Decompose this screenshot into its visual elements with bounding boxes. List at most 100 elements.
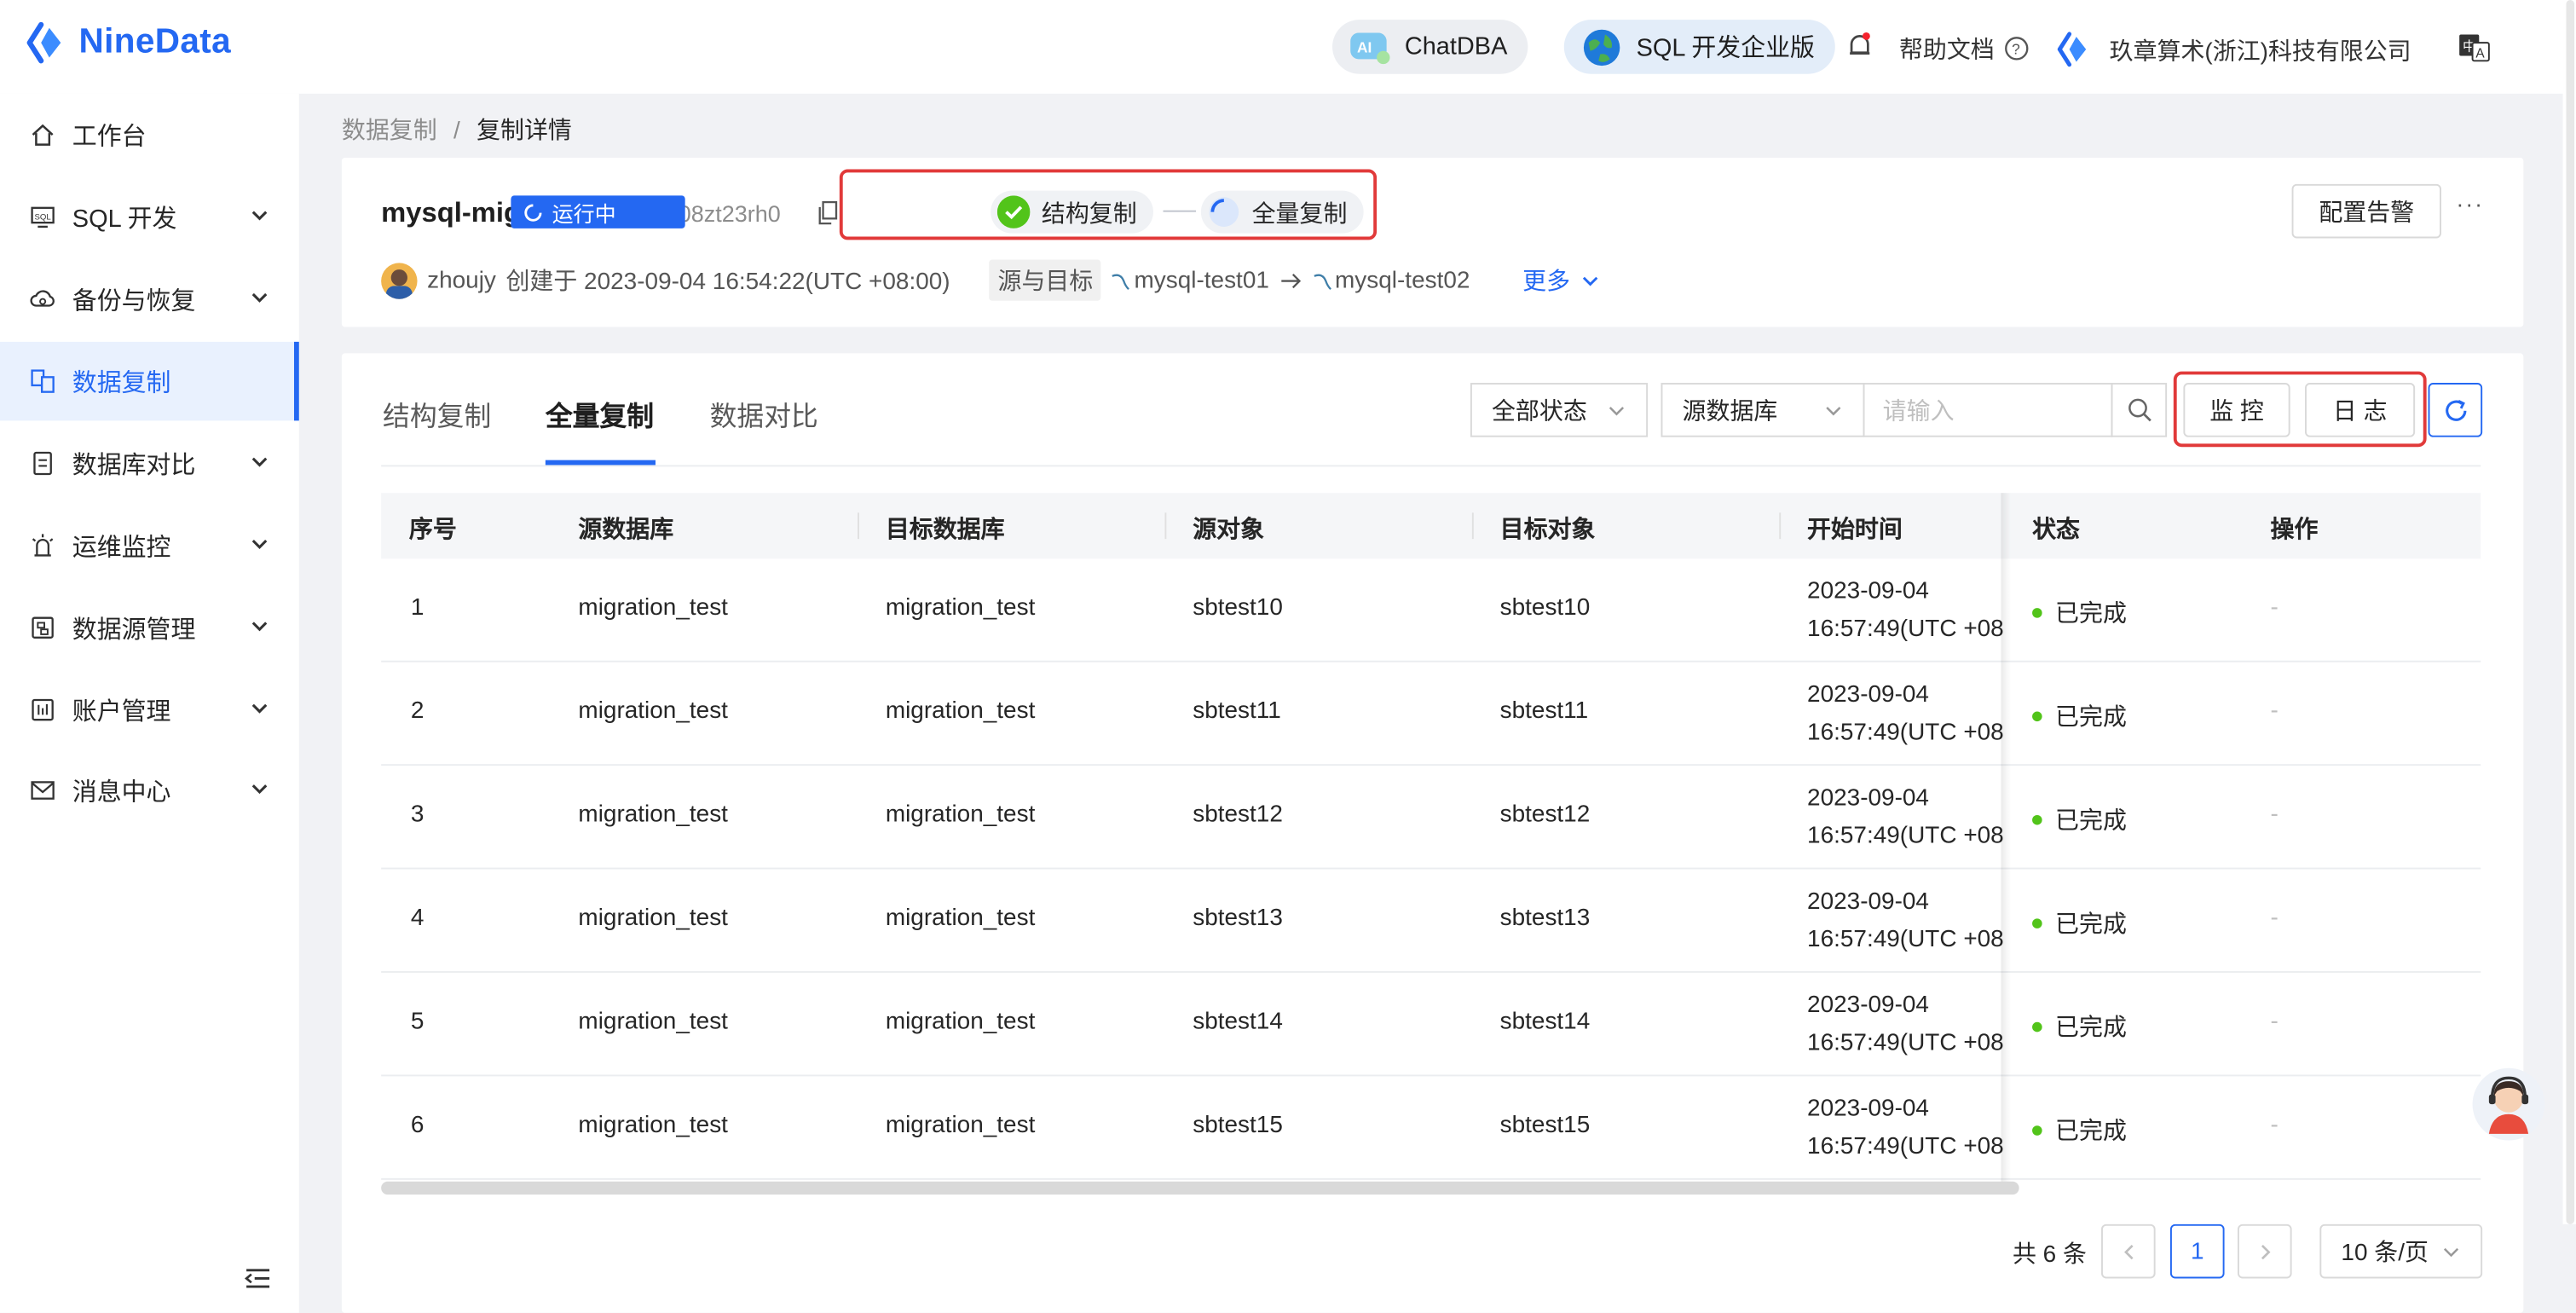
top-bar: NineData AI ChatDBA SQL 开发企业版 帮助文档 ? 玖章算…	[0, 0, 2576, 94]
cell-source-db: migration_test	[578, 801, 728, 829]
cell-no: 5	[410, 1009, 425, 1036]
db-type-select[interactable]: 源数据库	[1661, 383, 1865, 437]
cell-source-db: migration_test	[578, 594, 728, 622]
sidebar-collapse-button[interactable]	[243, 1265, 273, 1299]
help-docs-label: 帮助文档	[1898, 38, 1995, 65]
replication-icon	[30, 368, 56, 395]
status-text: 运行中	[552, 201, 616, 227]
sidebar-item-db-compare[interactable]: 数据库对比	[0, 424, 299, 503]
start-date: 2023-09-04	[1807, 785, 1929, 813]
sidebar-item-label: SQL 开发	[72, 204, 177, 233]
cell-source-object: sbtest13	[1193, 905, 1283, 932]
tab-full-replication[interactable]: 全量复制	[546, 395, 654, 434]
cell-source-object: sbtest14	[1193, 1009, 1283, 1036]
breadcrumb-parent[interactable]: 数据复制	[342, 119, 437, 145]
target-datasource[interactable]: mysql-test02	[1335, 267, 1470, 293]
language-switch[interactable]: 中 A	[2458, 33, 2491, 63]
start-clock: 16:57:49(UTC +08:00)	[1807, 926, 2004, 953]
sidebar-item-label: 数据复制	[72, 368, 171, 397]
config-alert-button[interactable]: 配置告警	[2291, 183, 2441, 239]
chevron-left-icon	[2123, 1243, 2133, 1259]
pagination-total: 共 6 条	[2012, 1242, 2087, 1269]
org-switcher[interactable]: 玖章算术(浙江)科技有限公司	[2057, 32, 2411, 67]
cell-operation: -	[2270, 698, 2279, 725]
sidebar-item-account[interactable]: 账户管理	[0, 670, 299, 749]
sql-edition-label: SQL 开发企业版	[1636, 34, 1815, 63]
home-icon	[30, 122, 56, 148]
datasource-icon	[30, 615, 56, 641]
logo[interactable]: NineData	[26, 21, 231, 64]
page-number-button[interactable]: 1	[2169, 1223, 2225, 1279]
column-divider	[1471, 512, 1474, 540]
cell-status: 已完成	[2032, 1009, 2127, 1043]
column-divider	[1779, 512, 1782, 540]
tab-schema-replication[interactable]: 结构复制	[383, 395, 491, 434]
sidebar-item-sql-dev[interactable]: SQL SQL 开发	[0, 177, 299, 257]
sidebar-item-label: 消息中心	[72, 778, 171, 807]
column-divider	[858, 512, 859, 540]
page-size-select[interactable]: 10 条/页	[2319, 1223, 2483, 1279]
arrow-right-icon	[1280, 273, 1301, 288]
status-text: 已完成	[2055, 808, 2127, 836]
table-row: 5 migration_test migration_test sbtest14…	[381, 973, 2481, 1077]
svg-text:A: A	[2475, 46, 2485, 61]
translate-icon: 中 A	[2459, 34, 2490, 62]
customer-service-icon	[2488, 1076, 2529, 1134]
status-filter-select[interactable]: 全部状态	[1470, 383, 1649, 437]
start-clock: 16:57:49(UTC +08:00)	[1807, 1030, 2004, 1057]
notification-bell[interactable]	[1846, 32, 1873, 61]
start-clock: 16:57:49(UTC +08:00)	[1807, 823, 2004, 850]
table-row: 4 migration_test migration_test sbtest13…	[381, 870, 2481, 973]
sidebar-item-ops-monitor[interactable]: 运维监控	[0, 506, 299, 586]
cell-operation: -	[2270, 801, 2279, 829]
account-icon	[30, 697, 56, 723]
next-page-button[interactable]	[2237, 1223, 2292, 1279]
sidebar-item-messages[interactable]: 消息中心	[0, 751, 299, 830]
refresh-button[interactable]	[2428, 383, 2483, 437]
start-clock: 16:57:49(UTC +08:00)	[1807, 720, 2004, 746]
vertical-scrollbar[interactable]	[2562, 0, 2576, 1224]
start-date: 2023-09-04	[1807, 888, 1929, 916]
tab-data-compare[interactable]: 数据对比	[710, 395, 818, 434]
column-header: 目标数据库	[885, 518, 1005, 544]
sidebar-item-workbench[interactable]: 工作台	[0, 95, 299, 175]
cell-source-object: sbtest10	[1193, 594, 1283, 622]
source-datasource[interactable]: mysql-test01	[1134, 267, 1268, 293]
table-header: 序号 源数据库 目标数据库 源对象 目标对象 开始时间 状态 操作	[381, 493, 2481, 559]
sql-edition-button[interactable]: SQL 开发企业版	[1563, 20, 1835, 74]
help-docs-link[interactable]: 帮助文档 ?	[1899, 32, 2029, 66]
more-link[interactable]: 更多	[1522, 263, 1570, 297]
search-input[interactable]: 请输入	[1863, 383, 2113, 437]
tab-active-indicator	[545, 460, 656, 466]
cloud-backup-icon	[30, 286, 56, 312]
sidebar-item-label: 备份与恢复	[72, 286, 196, 315]
table-row: 2 migration_test migration_test sbtest11…	[381, 662, 2481, 766]
prev-page-button[interactable]	[2101, 1223, 2156, 1279]
column-header: 源数据库	[578, 518, 674, 544]
chevron-down-icon	[251, 622, 268, 632]
sidebar-item-backup[interactable]: 备份与恢复	[0, 260, 299, 339]
mysql-icon	[1112, 273, 1130, 290]
more-actions-button[interactable]: ···	[2456, 191, 2484, 217]
globe-icon	[1583, 28, 1620, 66]
column-header: 状态	[2032, 518, 2080, 544]
cell-source-db: migration_test	[578, 1009, 728, 1036]
chevron-down-icon	[251, 292, 268, 303]
cell-target-db: migration_test	[885, 1112, 1036, 1139]
search-button[interactable]	[2111, 383, 2168, 437]
chevron-down-icon	[251, 539, 268, 549]
status-text: 已完成	[2055, 601, 2127, 628]
sidebar-item-datasource[interactable]: 数据源管理	[0, 588, 299, 668]
sidebar-item-data-replication[interactable]: 数据复制	[0, 341, 299, 421]
avatar	[381, 262, 418, 298]
copy-icon[interactable]	[818, 200, 838, 225]
cell-no: 3	[410, 801, 425, 829]
sidebar-item-label: 数据库对比	[72, 451, 196, 479]
support-assistant-button[interactable]	[2472, 1067, 2545, 1141]
highlight-box-status	[839, 169, 1378, 240]
cell-no: 2	[410, 698, 425, 725]
scrollbar-thumb[interactable]	[2566, 0, 2575, 1224]
chatdba-button[interactable]: AI ChatDBA	[1332, 20, 1528, 74]
fixed-column-shadow	[2001, 493, 2012, 1183]
horizontal-scrollbar[interactable]	[381, 1181, 2019, 1195]
